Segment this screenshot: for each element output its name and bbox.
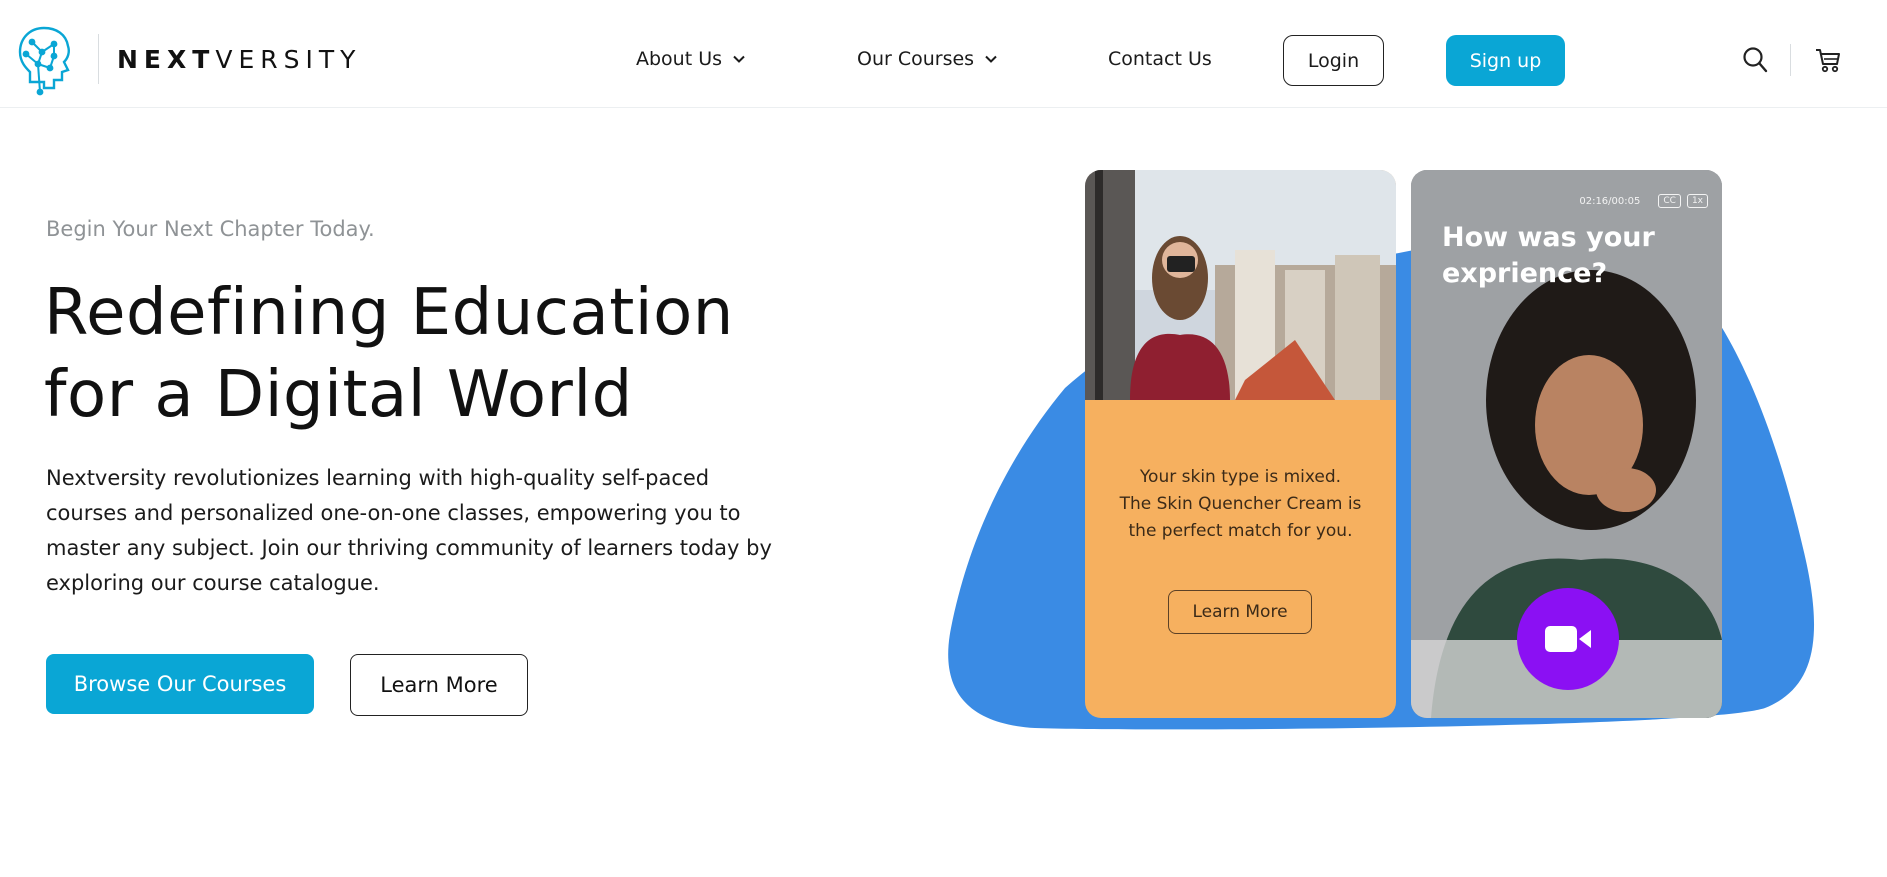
hero-headline-line2: for a Digital World bbox=[44, 358, 633, 432]
nav-about-us[interactable]: About Us bbox=[636, 48, 746, 70]
nav-about-us-label: About Us bbox=[636, 48, 723, 70]
login-button[interactable]: Login bbox=[1283, 35, 1384, 86]
video-camera-icon bbox=[1545, 626, 1591, 652]
logo-divider bbox=[98, 34, 99, 84]
hero-description: Nextversity revolutionizes learning with… bbox=[46, 466, 772, 595]
brand-logo[interactable]: NEXTVERSITY bbox=[14, 22, 361, 96]
video-feedback-card: 02:16/00:05 CC 1x How was your exprience… bbox=[1411, 170, 1722, 718]
nav-our-courses[interactable]: Our Courses bbox=[857, 48, 998, 70]
playback-speed[interactable]: 1x bbox=[1686, 194, 1708, 208]
recommendation-text: Your skin type is mixed. The Skin Quench… bbox=[1105, 464, 1376, 545]
search-icon[interactable] bbox=[1742, 46, 1768, 74]
nav-contact-us[interactable]: Contact Us bbox=[1108, 48, 1212, 70]
brain-network-icon bbox=[18, 26, 70, 96]
brand-name-light: VERSITY bbox=[215, 44, 362, 74]
recommendation-line-2: The Skin Quencher Cream is bbox=[1119, 494, 1362, 514]
captions-toggle[interactable]: CC bbox=[1658, 194, 1681, 208]
browse-courses-button[interactable]: Browse Our Courses bbox=[46, 654, 314, 714]
hero-headline: Redefining Education for a Digital World bbox=[44, 272, 804, 436]
record-video-button[interactable] bbox=[1517, 588, 1619, 690]
brand-name-bold: NEXT bbox=[117, 44, 216, 74]
signup-button[interactable]: Sign up bbox=[1446, 35, 1565, 86]
site-header: NEXTVERSITY About Us Our Courses Contact… bbox=[0, 0, 1887, 108]
hero-headline-line1: Redefining Education bbox=[44, 276, 734, 350]
recommendation-card: Your skin type is mixed. The Skin Quench… bbox=[1085, 170, 1396, 718]
chevron-down-icon bbox=[733, 55, 745, 63]
recommendation-line-1: Your skin type is mixed. bbox=[1139, 467, 1342, 487]
video-timestamp: 02:16/00:05 bbox=[1579, 195, 1641, 207]
photographer-city-photo bbox=[1085, 170, 1396, 400]
brand-wordmark: NEXTVERSITY bbox=[117, 45, 361, 74]
nav-our-courses-label: Our Courses bbox=[857, 48, 975, 70]
learn-more-button[interactable]: Learn More bbox=[350, 654, 528, 716]
header-icon-divider bbox=[1790, 44, 1791, 76]
hero-illustration: Your skin type is mixed. The Skin Quench… bbox=[945, 168, 1815, 760]
hero-eyebrow: Begin Your Next Chapter Today. bbox=[46, 217, 375, 241]
card-learn-more-button[interactable]: Learn More bbox=[1168, 590, 1312, 634]
cart-icon[interactable] bbox=[1814, 46, 1842, 74]
video-controls: 02:16/00:05 CC 1x bbox=[1579, 194, 1708, 208]
nav-contact-us-label: Contact Us bbox=[1108, 48, 1212, 70]
chevron-down-icon bbox=[985, 55, 997, 63]
video-question: How was your exprience? bbox=[1442, 222, 1655, 289]
recommendation-line-3: the perfect match for you. bbox=[1128, 521, 1353, 541]
